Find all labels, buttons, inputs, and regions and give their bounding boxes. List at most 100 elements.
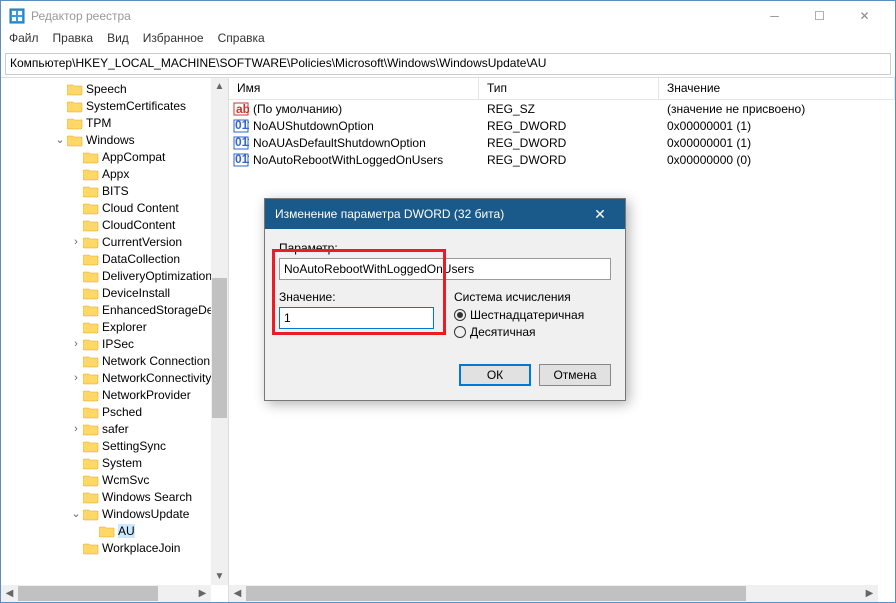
- folder-icon: [83, 371, 99, 385]
- tree-label: DeliveryOptimization: [102, 269, 212, 283]
- tree-label: BITS: [102, 184, 129, 198]
- scrollbar-thumb[interactable]: [18, 586, 158, 601]
- folder-icon: [83, 184, 99, 198]
- tree-item[interactable]: ⌄WindowsUpdate: [5, 505, 228, 522]
- value-type-icon: 011: [233, 135, 249, 151]
- tree-item[interactable]: Psched: [5, 403, 228, 420]
- tree-item[interactable]: Network Connection: [5, 352, 228, 369]
- folder-icon: [83, 388, 99, 402]
- tree-item[interactable]: DataCollection: [5, 250, 228, 267]
- tree-item[interactable]: SystemCertificates: [5, 97, 228, 114]
- tree-item[interactable]: ›safer: [5, 420, 228, 437]
- tree-item[interactable]: AU: [5, 522, 228, 539]
- tree-item[interactable]: AppCompat: [5, 148, 228, 165]
- address-bar[interactable]: Компьютер\HKEY_LOCAL_MACHINE\SOFTWARE\Po…: [5, 53, 891, 75]
- scrollbar-thumb[interactable]: [246, 586, 746, 601]
- value-type-icon: 011: [233, 118, 249, 134]
- tree-label: Windows: [86, 133, 135, 147]
- col-name[interactable]: Имя: [229, 78, 479, 99]
- tree-item[interactable]: BITS: [5, 182, 228, 199]
- tree-item[interactable]: EnhancedStorageDev: [5, 301, 228, 318]
- ok-button[interactable]: ОК: [459, 364, 531, 386]
- folder-icon: [83, 269, 99, 283]
- col-type[interactable]: Тип: [479, 78, 659, 99]
- maximize-button[interactable]: ☐: [797, 1, 842, 31]
- scroll-down-icon[interactable]: ▼: [211, 568, 228, 585]
- folder-icon: [83, 439, 99, 453]
- folder-icon: [83, 167, 99, 181]
- tree-item[interactable]: ⌄ Windows: [5, 131, 228, 148]
- tree-item[interactable]: Explorer: [5, 318, 228, 335]
- folder-icon: [83, 303, 99, 317]
- dialog-close-button[interactable]: ✕: [585, 206, 615, 223]
- tree-label: Speech: [86, 82, 127, 96]
- tree-item[interactable]: DeviceInstall: [5, 284, 228, 301]
- list-scrollbar-h[interactable]: ◀ ▶: [229, 585, 878, 602]
- cell-value: 0x00000001 (1): [659, 136, 895, 150]
- list-row[interactable]: 011NoAutoRebootWithLoggedOnUsersREG_DWOR…: [229, 151, 895, 168]
- cancel-button[interactable]: Отмена: [539, 364, 611, 386]
- tree-item[interactable]: TPM: [5, 114, 228, 131]
- tree-item[interactable]: DeliveryOptimization: [5, 267, 228, 284]
- tree-item[interactable]: SettingSync: [5, 437, 228, 454]
- scroll-right-icon[interactable]: ▶: [861, 585, 878, 602]
- minimize-button[interactable]: ─: [752, 1, 797, 31]
- list-row[interactable]: ab(По умолчанию)REG_SZ(значение не присв…: [229, 100, 895, 117]
- titlebar: Редактор реестра ─ ☐ ✕: [1, 1, 895, 31]
- tree-item[interactable]: ›NetworkConnectivity: [5, 369, 228, 386]
- menu-help[interactable]: Справка: [218, 31, 265, 51]
- tree-label: AppCompat: [102, 150, 165, 164]
- param-input[interactable]: [279, 258, 611, 280]
- value-input[interactable]: [279, 307, 434, 329]
- tree-label: CurrentVersion: [102, 235, 182, 249]
- tree-item[interactable]: NetworkProvider: [5, 386, 228, 403]
- tree-item[interactable]: Speech: [5, 80, 228, 97]
- menu-edit[interactable]: Правка: [53, 31, 94, 51]
- cell-value: 0x00000001 (1): [659, 119, 895, 133]
- folder-icon: [83, 354, 99, 368]
- tree-item[interactable]: ›IPSec: [5, 335, 228, 352]
- tree-item[interactable]: CloudContent: [5, 216, 228, 233]
- tree-item[interactable]: Cloud Content: [5, 199, 228, 216]
- tree-item[interactable]: › CurrentVersion: [5, 233, 228, 250]
- col-value[interactable]: Значение: [659, 78, 895, 99]
- tree-item[interactable]: WorkplaceJoin: [5, 539, 228, 556]
- tree-item[interactable]: WcmSvc: [5, 471, 228, 488]
- folder-icon: [83, 252, 99, 266]
- tree-label: Network Connection: [102, 354, 210, 368]
- menu-file[interactable]: Файл: [9, 31, 39, 51]
- value-label: Значение:: [279, 290, 434, 304]
- radio-dot-icon: [454, 309, 466, 321]
- radio-hex[interactable]: Шестнадцатеричная: [454, 308, 611, 322]
- base-label: Система исчисления: [454, 290, 611, 304]
- expand-icon[interactable]: ›: [69, 372, 83, 384]
- scroll-right-icon[interactable]: ▶: [194, 585, 211, 602]
- tree-item[interactable]: Windows Search: [5, 488, 228, 505]
- dialog-titlebar[interactable]: Изменение параметра DWORD (32 бита) ✕: [265, 199, 625, 229]
- tree-label: WcmSvc: [102, 473, 149, 487]
- list-row[interactable]: 011NoAUShutdownOptionREG_DWORD0x00000001…: [229, 117, 895, 134]
- scroll-left-icon[interactable]: ◀: [1, 585, 18, 602]
- tree-scrollbar-h[interactable]: ◀ ▶: [1, 585, 211, 602]
- expand-icon[interactable]: ›: [69, 423, 83, 435]
- tree-scrollbar-v[interactable]: ▲ ▼: [211, 78, 228, 585]
- menu-view[interactable]: Вид: [107, 31, 129, 51]
- folder-icon: [99, 524, 115, 538]
- tree-label: EnhancedStorageDev: [102, 303, 219, 317]
- expand-icon[interactable]: ⌄: [53, 133, 67, 146]
- value-type-icon: 011: [233, 152, 249, 168]
- expand-icon[interactable]: ›: [69, 236, 83, 248]
- tree-item[interactable]: System: [5, 454, 228, 471]
- tree-label: CloudContent: [102, 218, 175, 232]
- list-row[interactable]: 011NoAUAsDefaultShutdownOptionREG_DWORD0…: [229, 134, 895, 151]
- window-title: Редактор реестра: [31, 9, 752, 23]
- menu-favorites[interactable]: Избранное: [143, 31, 204, 51]
- scroll-up-icon[interactable]: ▲: [211, 78, 228, 95]
- tree-item[interactable]: Appx: [5, 165, 228, 182]
- radio-dec[interactable]: Десятичная: [454, 325, 611, 339]
- scrollbar-thumb[interactable]: [212, 278, 227, 418]
- close-button[interactable]: ✕: [842, 1, 887, 31]
- expand-icon[interactable]: ›: [69, 338, 83, 350]
- scroll-left-icon[interactable]: ◀: [229, 585, 246, 602]
- expand-icon[interactable]: ⌄: [69, 507, 83, 520]
